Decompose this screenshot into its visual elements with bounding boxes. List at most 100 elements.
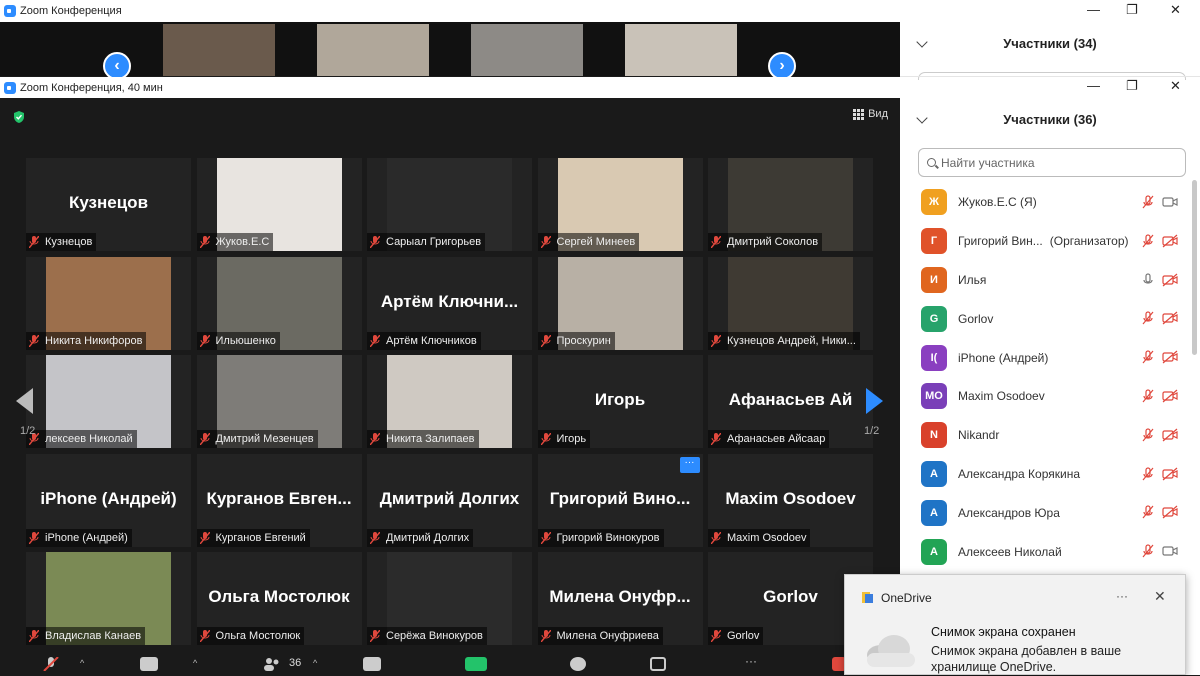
participant-row[interactable]: A Александра Корякина [918, 455, 1188, 494]
video-tile[interactable]: Кузнецов Андрей, Ники... [708, 256, 873, 350]
camera-off-icon[interactable] [1162, 428, 1178, 442]
tile-name-label: iPhone (Андрей) [26, 528, 132, 547]
tile-name-label: Никита Залипаев [367, 430, 479, 448]
mic-muted-icon[interactable] [1140, 389, 1156, 403]
video-tile[interactable]: iPhone (Андрей) iPhone (Андрей) [26, 453, 191, 547]
reactions-icon[interactable] [570, 657, 586, 671]
video-camera-icon[interactable] [140, 657, 158, 671]
mic-muted-icon [370, 433, 380, 445]
participant-row[interactable]: Г Григорий Вин... (Организатор) [918, 222, 1188, 261]
video-tile[interactable]: Ольга Мостолюк Ольга Мостолюк [196, 552, 362, 645]
front-restore-button[interactable]: ❐ [1126, 78, 1138, 94]
camera-icon[interactable] [1162, 544, 1178, 558]
tile-name: Ильюшенко [215, 334, 276, 347]
video-tile[interactable]: Дмитрий Мезенцев [196, 355, 362, 448]
video-options-caret-icon[interactable]: ^ [193, 658, 197, 668]
back-minimize-button[interactable]: — [1087, 2, 1100, 17]
participant-row[interactable]: N Nikandr [918, 416, 1188, 455]
participant-list-scrollbar[interactable] [1192, 180, 1197, 355]
mic-muted-icon[interactable] [1140, 311, 1156, 325]
tile-name: Gorlov [727, 630, 760, 642]
more-options-icon[interactable]: ··· [740, 655, 762, 671]
video-tile[interactable]: Дмитрий Соколов [708, 158, 873, 251]
mute-mic-icon[interactable] [42, 656, 60, 672]
video-tile[interactable]: Владислав Канаев [26, 552, 191, 645]
participant-name: Gorlov [958, 311, 994, 326]
view-button[interactable]: Вид [853, 108, 888, 120]
chat-icon[interactable] [363, 657, 381, 671]
camera-icon[interactable] [1162, 195, 1178, 209]
participant-row[interactable]: G Gorlov [918, 299, 1188, 338]
strip-prev-button[interactable]: ‹ [103, 52, 131, 80]
avatar: И [921, 266, 947, 293]
mic-muted-icon[interactable] [1140, 544, 1156, 558]
participant-row[interactable]: MO Maxim Osodoev [918, 377, 1188, 416]
video-tile[interactable]: Проскурин [537, 256, 703, 350]
avatar: Г [921, 228, 947, 255]
video-tile[interactable]: Григорий Вино... ··· Григорий Винокуров [537, 453, 703, 547]
mic-icon[interactable] [1140, 272, 1156, 287]
mic-muted-icon[interactable] [1140, 350, 1156, 364]
participant-search-input[interactable]: Найти участника [918, 148, 1186, 177]
record-icon[interactable] [650, 657, 666, 671]
strip-video-thumb[interactable] [317, 24, 429, 76]
mic-muted-icon[interactable] [1140, 428, 1156, 442]
mic-muted-icon[interactable] [1140, 505, 1156, 519]
gallery-prev-arrow-icon[interactable] [16, 388, 33, 414]
tile-name-label: Проскурин [537, 331, 615, 350]
audio-options-caret-icon[interactable]: ^ [80, 658, 84, 668]
camera-off-icon[interactable] [1162, 505, 1178, 519]
toast-close-button[interactable]: ✕ [1154, 588, 1166, 605]
video-tile[interactable]: Сергей Минеев [537, 158, 703, 251]
strip-video-thumb[interactable] [625, 24, 737, 76]
video-tile[interactable]: Никита Никифоров [26, 256, 191, 350]
share-screen-icon[interactable] [465, 657, 487, 671]
video-tile[interactable]: Милена Онуфр... Милена Онуфриева [537, 552, 703, 645]
video-tile[interactable]: Ильюшенко [196, 256, 362, 350]
video-tile[interactable]: Серёжа Винокуров [367, 552, 532, 645]
participant-row[interactable]: I(iPhone (Андрей) [918, 338, 1188, 377]
back-participants-title: Участники (34) [1003, 36, 1097, 51]
participants-caret-icon[interactable]: ^ [313, 658, 317, 668]
participant-row[interactable]: И Илья [918, 261, 1188, 300]
video-tile[interactable]: Maxim Osodoev Maxim Osodoev [708, 453, 873, 547]
video-tile[interactable]: лексеев Николай [26, 355, 191, 448]
camera-off-icon[interactable] [1162, 234, 1178, 248]
front-minimize-button[interactable]: — [1087, 78, 1100, 93]
front-close-button[interactable]: ✕ [1170, 78, 1181, 94]
camera-off-icon[interactable] [1162, 389, 1178, 403]
camera-off-icon[interactable] [1162, 311, 1178, 325]
video-tile[interactable]: Сарыал Григорьев [367, 158, 532, 251]
camera-off-icon[interactable] [1162, 350, 1178, 364]
participant-row[interactable]: A Алексеев Николай [918, 532, 1188, 571]
video-tile[interactable]: Артём Ключни... Артём Ключников [367, 256, 532, 350]
strip-video-thumb[interactable] [163, 24, 275, 76]
mic-muted-icon[interactable] [1140, 195, 1156, 209]
onedrive-notification[interactable]: OneDrive ··· ✕ Снимок экрана сохранен Сн… [844, 574, 1186, 675]
video-tile[interactable]: Жуков.Е.С [196, 158, 362, 251]
video-tile[interactable]: Курганов Евген... Курганов Евгений [196, 453, 362, 547]
participant-row[interactable]: A Александров Юра [918, 493, 1188, 532]
back-restore-button[interactable]: ❐ [1126, 2, 1138, 18]
video-tile[interactable]: Игорь Игорь [537, 355, 703, 448]
tile-options-button[interactable]: ··· [679, 456, 700, 473]
tile-name-label: Серёжа Винокуров [367, 627, 487, 645]
strip-video-thumb[interactable] [471, 24, 583, 76]
video-tile[interactable]: Дмитрий Долгих Дмитрий Долгих [367, 453, 532, 547]
video-tile[interactable]: Никита Залипаев [367, 355, 532, 448]
gallery-next-arrow-icon[interactable] [866, 388, 883, 414]
toast-more-button[interactable]: ··· [1116, 589, 1128, 603]
video-tile[interactable]: Афанасьев Ай Афанасьев Айсаар [708, 355, 873, 448]
strip-next-button[interactable]: › [768, 52, 796, 80]
participants-icon[interactable] [262, 657, 282, 671]
camera-off-icon[interactable] [1162, 467, 1178, 481]
mic-muted-icon[interactable] [1140, 234, 1156, 248]
back-close-button[interactable]: ✕ [1170, 2, 1181, 18]
video-gallery: Кузнецов Кузнецов Жуков.Е.С Сарыал Григорье… [26, 158, 873, 645]
participant-row[interactable]: Ж Жуков.Е.С (Я) [918, 183, 1188, 222]
camera-off-icon[interactable] [1162, 273, 1178, 287]
tile-name: Дмитрий Соколов [727, 236, 819, 248]
video-tile[interactable]: Кузнецов Кузнецов [26, 158, 191, 251]
mic-muted-icon[interactable] [1140, 466, 1156, 481]
encryption-shield-icon[interactable] [12, 110, 26, 124]
